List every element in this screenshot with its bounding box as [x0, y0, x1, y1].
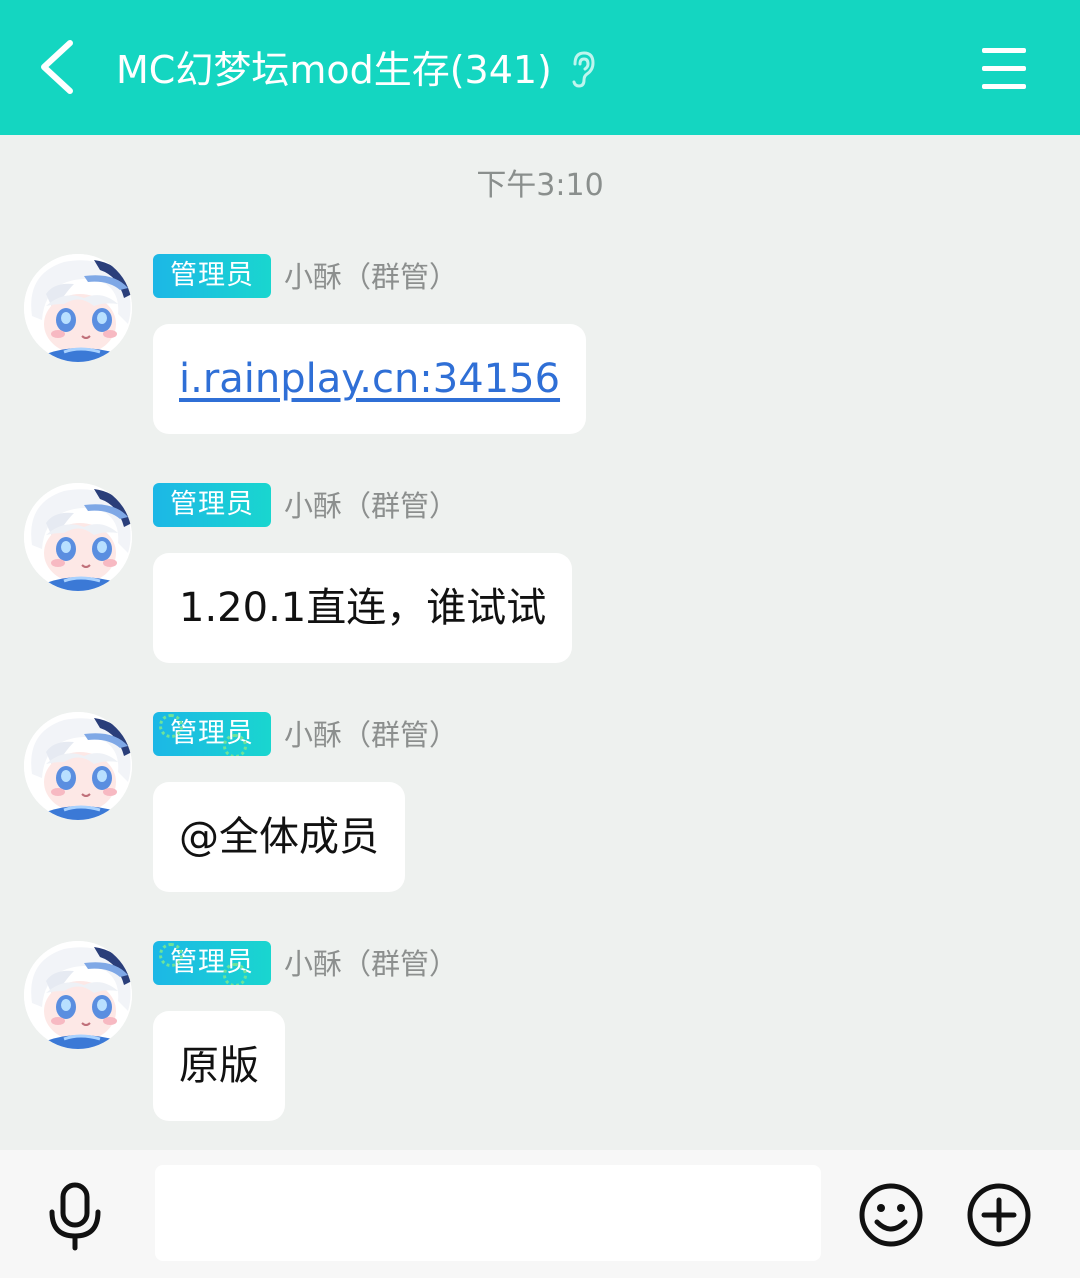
admin-badge: 管理员: [153, 941, 271, 985]
chat-title-area[interactable]: MC幻梦坛mod生存(341): [116, 40, 598, 100]
admin-badge: 管理员: [153, 712, 271, 756]
microphone-icon: [49, 1182, 101, 1251]
avatar[interactable]: [24, 941, 132, 1049]
chat-message: 管理员 小酥（群管） i.rainplay.cn:34156: [0, 254, 1080, 454]
emoji-button[interactable]: [858, 1182, 924, 1248]
sparkle-decoration: [223, 734, 247, 756]
chevron-left-icon: [41, 40, 73, 94]
top-bar: MC幻梦坛mod生存(341): [0, 0, 1080, 135]
voice-button[interactable]: [44, 1182, 106, 1252]
avatar-image: [24, 483, 132, 591]
sender-name[interactable]: 小酥（群管）: [284, 714, 458, 756]
sender-name[interactable]: 小酥（群管）: [284, 485, 458, 527]
message-bubble[interactable]: 原版: [153, 1011, 285, 1121]
smiley-icon: [859, 1183, 923, 1247]
admin-badge: 管理员: [153, 483, 271, 527]
badge-label: 管理员: [170, 489, 254, 520]
chat-title: MC幻梦坛mod生存(341): [116, 48, 552, 92]
more-button[interactable]: [966, 1182, 1032, 1248]
menu-button[interactable]: [978, 44, 1030, 92]
avatar-image: [24, 254, 132, 362]
message-input[interactable]: [155, 1165, 821, 1261]
message-bubble[interactable]: @全体成员: [153, 782, 405, 892]
plus-circle-icon: [967, 1183, 1031, 1247]
chat-message: 管理员 小酥（群管） 原版: [0, 941, 1080, 1141]
ear-icon[interactable]: [568, 50, 598, 90]
avatar-image: [24, 941, 132, 1049]
admin-badge: 管理员: [153, 254, 271, 298]
sparkle-decoration: [159, 943, 183, 967]
avatar[interactable]: [24, 483, 132, 591]
sparkle-decoration: [223, 963, 247, 985]
sparkle-decoration: [159, 714, 183, 738]
input-bar: [0, 1150, 1080, 1278]
badge-label: 管理员: [170, 260, 254, 291]
chat-message: 管理员 小酥（群管） @全体成员: [0, 712, 1080, 912]
message-timestamp: 下午3:10: [476, 168, 604, 203]
avatar-image: [24, 712, 132, 820]
avatar[interactable]: [24, 712, 132, 820]
sender-name[interactable]: 小酥（群管）: [284, 256, 458, 298]
message-link[interactable]: i.rainplay.cn:34156: [153, 324, 587, 434]
back-button[interactable]: [30, 35, 90, 99]
hamburger-menu-icon: [982, 48, 1026, 89]
message-bubble[interactable]: 1.20.1直连，谁试试: [153, 553, 573, 663]
sender-name[interactable]: 小酥（群管）: [284, 943, 458, 985]
chat-message: 管理员 小酥（群管） 1.20.1直连，谁试试: [0, 483, 1080, 683]
avatar[interactable]: [24, 254, 132, 362]
